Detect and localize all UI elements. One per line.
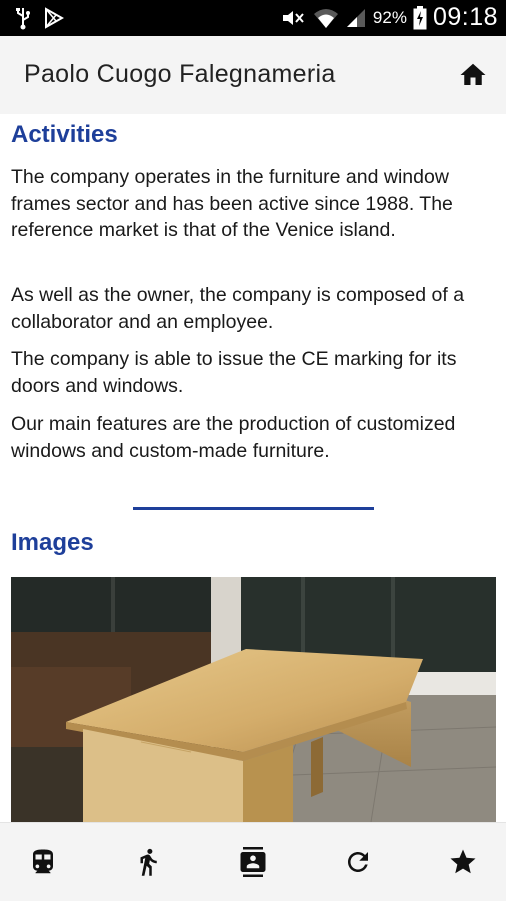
mute-icon bbox=[282, 10, 304, 25]
usb-icon bbox=[16, 8, 30, 30]
train-icon bbox=[33, 849, 53, 874]
home-button[interactable] bbox=[458, 60, 488, 90]
images-heading: Images bbox=[11, 529, 94, 556]
app-bar: Paolo Cuogo Falegnameria bbox=[0, 36, 506, 114]
section-divider bbox=[133, 507, 374, 510]
nav-refresh-button[interactable] bbox=[343, 847, 373, 877]
status-left-icons bbox=[14, 6, 64, 30]
signal-icon bbox=[346, 8, 365, 27]
nav-contacts-button[interactable] bbox=[238, 847, 268, 877]
activities-paragraph-3: The company is able to issue the CE mark… bbox=[11, 348, 457, 397]
play-store-icon bbox=[45, 7, 64, 29]
wooden-table-photo[interactable] bbox=[11, 577, 496, 822]
content-scroll[interactable]: Activities The company operates in the f… bbox=[0, 114, 506, 822]
home-icon bbox=[460, 63, 486, 85]
walk-icon bbox=[140, 848, 157, 876]
nav-train-button[interactable] bbox=[28, 847, 58, 877]
app-title: Paolo Cuogo Falegnameria bbox=[24, 60, 336, 88]
wifi-icon bbox=[313, 8, 338, 28]
activities-paragraph-1: The company operates in the furniture an… bbox=[11, 166, 453, 241]
activities-paragraph-4: Our main features are the production of … bbox=[11, 413, 456, 462]
activities-heading: Activities bbox=[11, 121, 118, 148]
battery-percent: 92% bbox=[372, 7, 407, 27]
status-right: 92% 09:18 bbox=[279, 3, 498, 32]
nav-walk-button[interactable] bbox=[133, 847, 163, 877]
contacts-icon bbox=[240, 847, 266, 877]
refresh-icon bbox=[348, 852, 368, 872]
activities-paragraph-2: As well as the owner, the company is com… bbox=[11, 284, 465, 333]
status-time: 09:18 bbox=[432, 3, 498, 31]
battery-charging-icon bbox=[413, 5, 427, 29]
status-bar: 92% 09:18 bbox=[0, 0, 506, 36]
star-icon bbox=[450, 849, 476, 874]
nav-favorites-button[interactable] bbox=[448, 847, 478, 877]
bottom-navigation bbox=[0, 822, 506, 901]
